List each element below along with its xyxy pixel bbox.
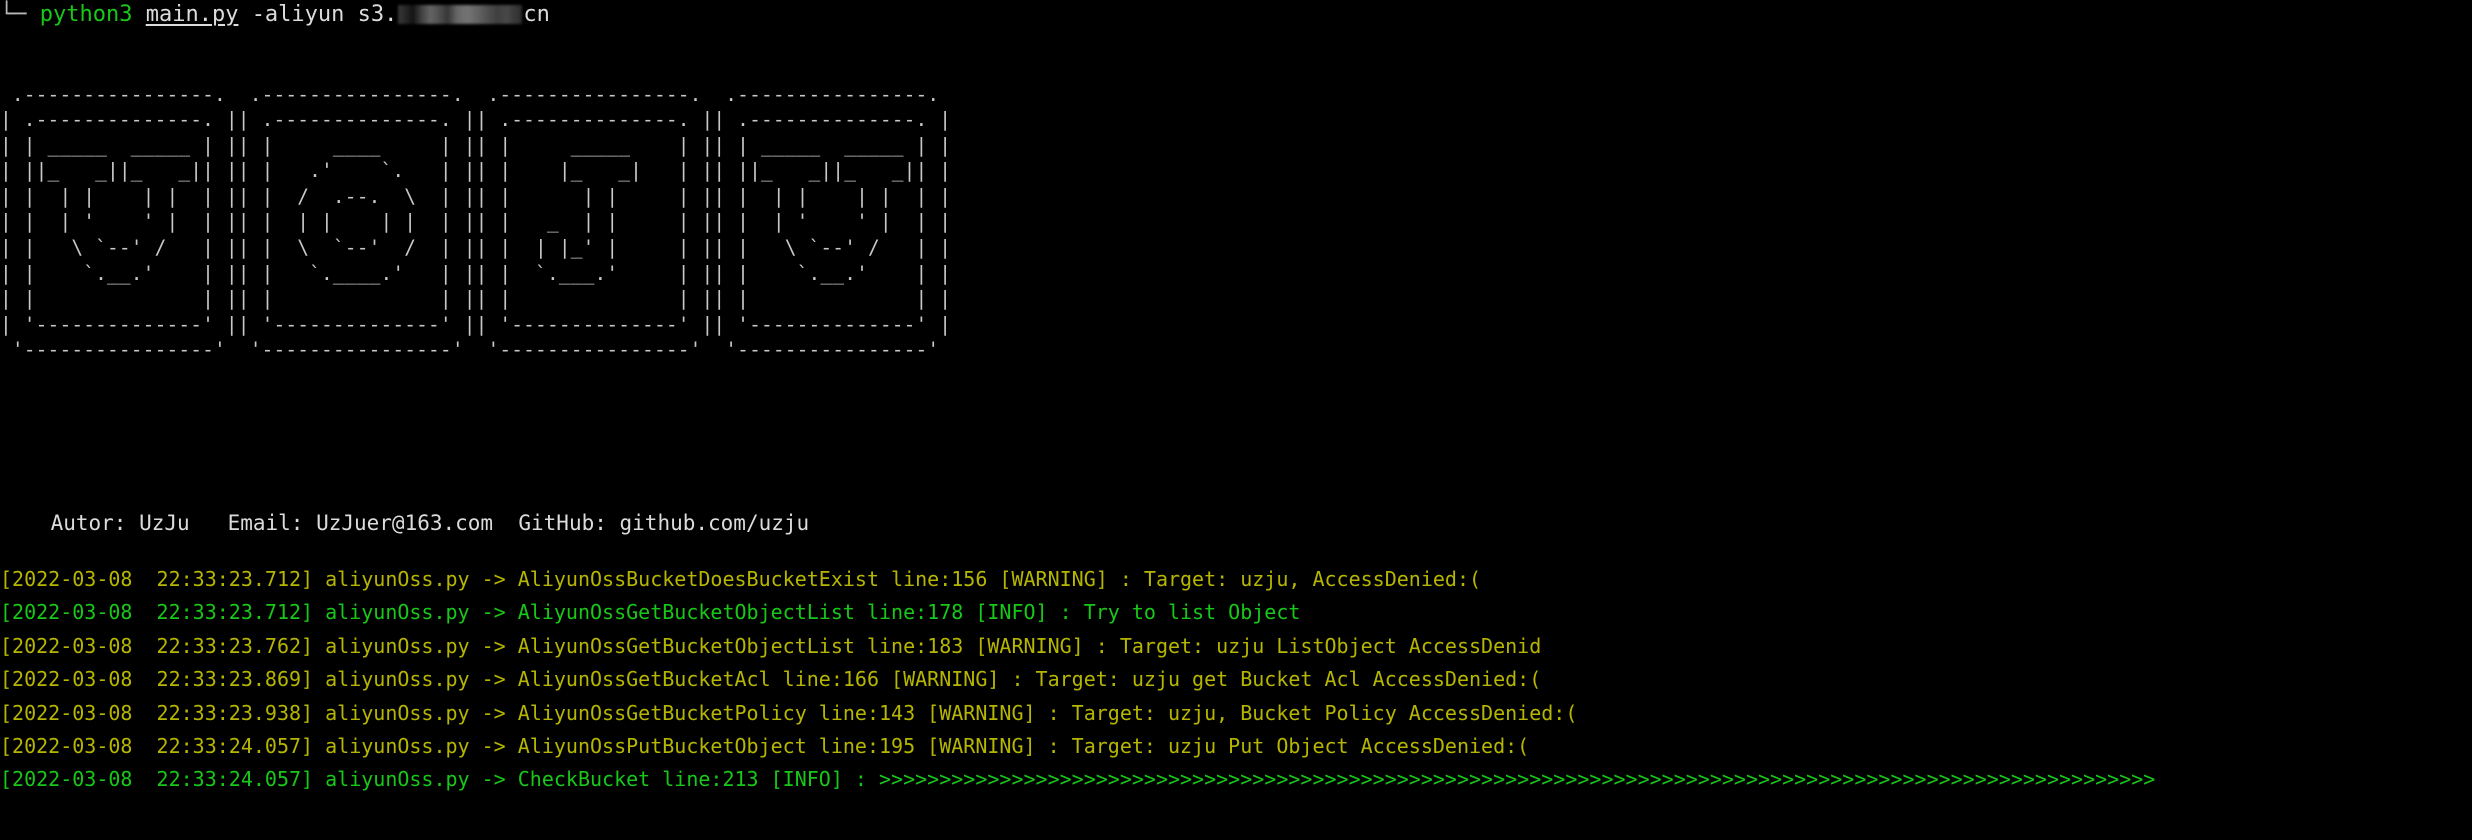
log-line: [2022-03-08 22:33:23.938] aliyunOss.py -… (0, 700, 1578, 725)
log-line: [2022-03-08 22:33:23.712] aliyunOss.py -… (0, 567, 1482, 591)
prompt-space-4 (344, 2, 357, 27)
prompt-space-3 (238, 2, 251, 27)
log-line: [2022-03-08 22:33:23.869] aliyunOss.py -… (0, 667, 1542, 692)
redacted-hostname-block (398, 5, 523, 24)
target-suffix: cn (523, 2, 550, 27)
command-flag: -aliyun (251, 2, 345, 27)
shell-prompt-line: └─ python3 main.py -aliyun s3. cn (0, 0, 550, 30)
log-line: [2022-03-08 22:33:24.057] aliyunOss.py -… (0, 767, 2156, 792)
ascii-art-banner: .----------------. .----------------. .-… (0, 82, 952, 362)
command-name: python3 (39, 2, 133, 27)
target-prefix: s3. (357, 2, 398, 27)
log-line: [2022-03-08 22:33:23.762] aliyunOss.py -… (0, 633, 1542, 658)
log-line: [2022-03-08 22:33:24.057] aliyunOss.py -… (0, 733, 1530, 758)
prompt-corner-icon: └─ (0, 2, 27, 27)
script-filename: main.py (145, 2, 239, 27)
log-output: [2022-03-08 22:33:23.712] aliyunOss.py -… (0, 563, 2155, 797)
prompt-space-2 (132, 2, 145, 27)
credits-line: Autor: UzJu Email: UzJuer@163.com GitHub… (0, 511, 810, 535)
terminal-window: └─ python3 main.py -aliyun s3. cn .------… (0, 0, 2472, 840)
log-line: [2022-03-08 22:33:23.712] aliyunOss.py -… (0, 600, 1301, 625)
